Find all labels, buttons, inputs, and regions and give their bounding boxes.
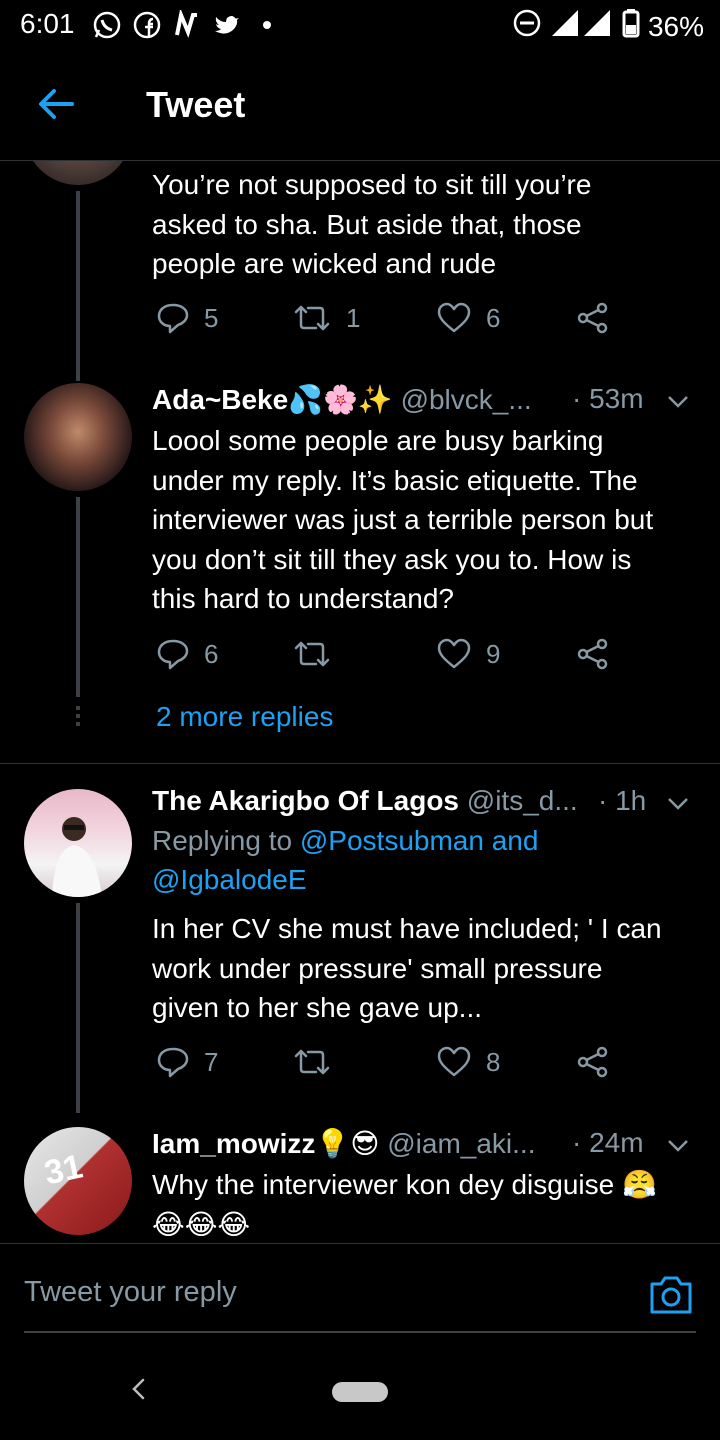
- reply-count: 5: [204, 302, 219, 333]
- chevron-down-icon[interactable]: [666, 389, 690, 413]
- author-emoji: 💡😎: [315, 1128, 380, 1159]
- avatar[interactable]: 31: [24, 1127, 132, 1235]
- tweet-actions: 5 1 6: [156, 301, 616, 341]
- author-name[interactable]: The Akarigbo Of Lagos: [152, 785, 459, 816]
- retweet-icon: [294, 305, 330, 331]
- tweet-text: In her CV she must have included; ' I ca…: [152, 913, 662, 1023]
- heart-icon: [437, 1046, 471, 1077]
- retweet-count: 1: [346, 302, 361, 333]
- notification-icons: [92, 10, 282, 40]
- thread-line: [76, 903, 80, 1113]
- home-pill[interactable]: [332, 1382, 388, 1402]
- twitter-icon: [212, 10, 242, 40]
- author-handle[interactable]: @iam_aki...: [387, 1128, 535, 1159]
- reply-input[interactable]: Tweet your reply: [24, 1276, 237, 1309]
- tweet-meta: Iam_mowizz💡😎 @iam_aki...: [152, 1127, 535, 1160]
- share-button[interactable]: [576, 301, 610, 335]
- nav-back-icon[interactable]: [126, 1376, 152, 1402]
- heart-icon: [437, 302, 471, 333]
- like-count: 9: [486, 638, 501, 669]
- battery-icon: [622, 8, 640, 45]
- mention-link[interactable]: @Postsubman and: [300, 825, 539, 856]
- dot-icon: [252, 10, 282, 40]
- avatar[interactable]: [24, 789, 132, 897]
- system-icons: 3G 36%: [512, 8, 704, 45]
- page-title: Tweet: [146, 84, 246, 125]
- author-handle[interactable]: @its_d...: [467, 785, 578, 816]
- reply-count: 7: [204, 1046, 219, 1077]
- tweet-time: · 1h: [598, 785, 647, 816]
- tweet-meta: The Akarigbo Of Lagos @its_d...: [152, 785, 578, 817]
- reply-composer[interactable]: Tweet your reply: [0, 1243, 720, 1334]
- avatar[interactable]: [24, 383, 132, 491]
- tweet-text: Why the interviewer kon dey disguise 😤 😂…: [152, 1169, 657, 1240]
- author-emoji: 💦🌸✨: [288, 384, 393, 415]
- avatar[interactable]: [24, 161, 132, 185]
- thread-line: [76, 497, 80, 697]
- more-replies-link[interactable]: 2 more replies: [156, 701, 333, 733]
- dnd-icon: [512, 8, 542, 45]
- share-icon: [577, 1046, 608, 1078]
- author-handle[interactable]: @blvck_...: [401, 384, 532, 415]
- reply-button[interactable]: 7: [156, 1045, 218, 1079]
- author-name[interactable]: Ada~Beke: [152, 384, 288, 415]
- like-button[interactable]: 6: [436, 301, 500, 335]
- reply-button[interactable]: 5: [156, 301, 218, 335]
- thread-dots: [76, 706, 80, 726]
- share-button[interactable]: [576, 637, 610, 671]
- reply-icon: [157, 639, 189, 670]
- svg-text:31: 31: [41, 1147, 86, 1192]
- retweet-button[interactable]: [292, 1045, 332, 1079]
- tweet-text: You’re not supposed to sit till you’re a…: [152, 169, 592, 279]
- like-button[interactable]: 9: [436, 637, 500, 671]
- replying-to: Replying to @Postsubman and: [152, 825, 539, 856]
- share-button[interactable]: [576, 1045, 610, 1079]
- camera-icon[interactable]: [648, 1272, 694, 1318]
- thread-line: [76, 191, 80, 381]
- reply-icon: [157, 1047, 189, 1078]
- like-count: 8: [486, 1046, 501, 1077]
- status-time: 6:01: [20, 8, 75, 39]
- tweet-actions: 6 9: [156, 637, 616, 677]
- divider: [0, 763, 720, 764]
- signal-icon: 3G: [550, 8, 614, 45]
- tweet-time: · 24m: [572, 1127, 644, 1158]
- top-app-bar: Tweet: [0, 52, 720, 161]
- tweet-meta: Ada~Beke💦🌸✨ @blvck_...: [152, 383, 532, 416]
- status-bar: 6:01 3G 36%: [0, 0, 720, 52]
- tweet-actions: 7 8: [156, 1045, 616, 1085]
- facebook-icon: [132, 10, 162, 40]
- back-arrow-icon[interactable]: [34, 82, 78, 126]
- retweet-icon: [294, 1049, 330, 1075]
- retweet-icon: [294, 641, 330, 667]
- like-button[interactable]: 8: [436, 1045, 500, 1079]
- mention-link[interactable]: @IgbalodeE: [152, 864, 307, 896]
- nairaland-icon: [172, 10, 202, 40]
- tweet-time: · 53m: [572, 383, 644, 414]
- divider: [24, 1331, 696, 1333]
- heart-icon: [437, 638, 471, 669]
- share-icon: [577, 302, 608, 334]
- tweet-thread[interactable]: You’re not supposed to sit till you’re a…: [0, 161, 720, 1243]
- chevron-down-icon[interactable]: [666, 791, 690, 815]
- reply-icon: [157, 303, 189, 334]
- whatsapp-icon: [92, 10, 122, 40]
- retweet-button[interactable]: [292, 637, 332, 671]
- share-icon: [577, 638, 608, 670]
- chevron-down-icon[interactable]: [666, 1133, 690, 1157]
- reply-button[interactable]: 6: [156, 637, 218, 671]
- battery-percent: 36%: [647, 10, 704, 42]
- like-count: 6: [486, 302, 501, 333]
- reply-count: 6: [204, 638, 219, 669]
- tweet-text: Loool some people are busy barking under…: [152, 425, 654, 614]
- author-name[interactable]: Iam_mowizz: [152, 1128, 315, 1159]
- retweet-button[interactable]: 1: [292, 301, 360, 335]
- network-type: 3G: [586, 12, 598, 22]
